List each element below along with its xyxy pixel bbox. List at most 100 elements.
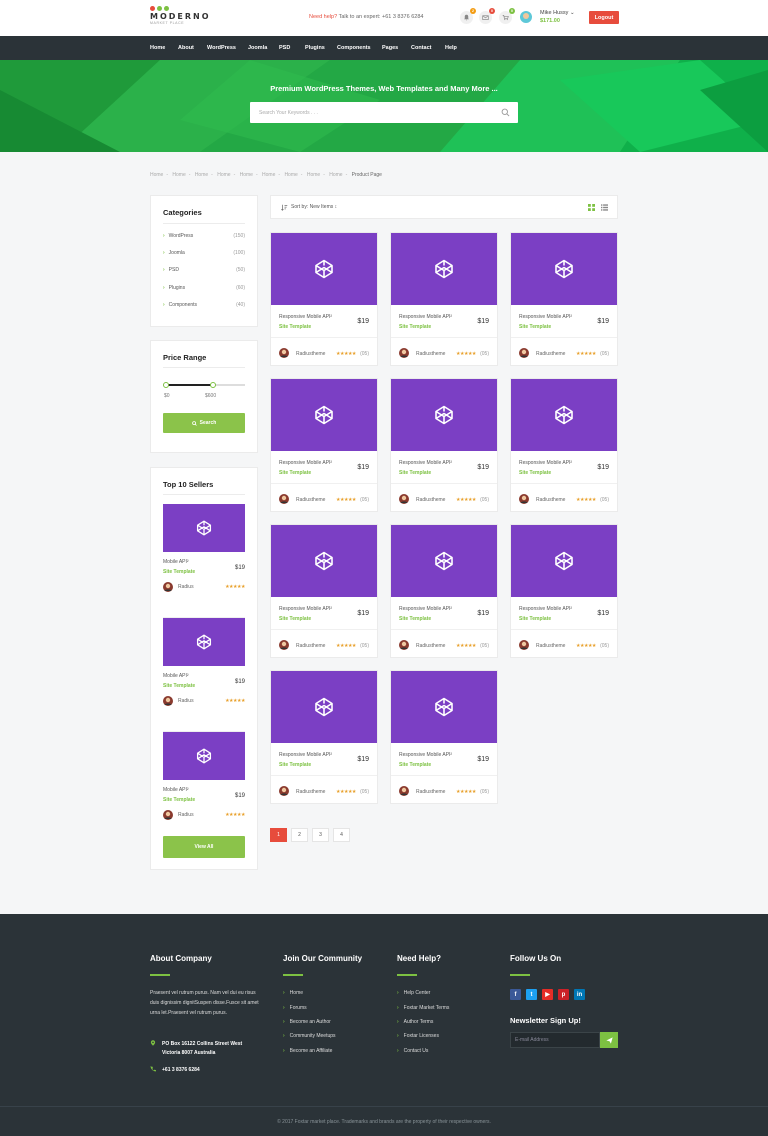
breadcrumb-link[interactable]: Home — [217, 172, 230, 178]
product-thumbnail[interactable] — [271, 233, 377, 305]
product-card[interactable]: Responsive Mobile API² Site Template $19 Ra… — [270, 232, 378, 366]
page-button-2[interactable]: 2 — [291, 828, 308, 842]
product-thumbnail[interactable] — [391, 233, 497, 305]
breadcrumb-link[interactable]: Home — [262, 172, 275, 178]
product-author[interactable]: Radiustheme — [416, 789, 445, 795]
product-category[interactable]: Site Template — [279, 324, 311, 330]
breadcrumb-link[interactable]: Home — [240, 172, 253, 178]
author-avatar[interactable] — [399, 348, 409, 358]
product-author[interactable]: Radiustheme — [536, 351, 565, 357]
product-category[interactable]: Site Template — [519, 470, 551, 476]
seller-card[interactable]: Mobile API² Site Template $19 Radius ★★★★★ — [163, 618, 245, 732]
product-category[interactable]: Site Template — [399, 324, 431, 330]
seller-product-category[interactable]: Site Template — [163, 797, 195, 803]
breadcrumb-link[interactable]: Home — [329, 172, 342, 178]
messages-button[interactable]: 0 — [479, 8, 495, 24]
product-author[interactable]: Radiustheme — [416, 497, 445, 503]
category-item-wordpress[interactable]: › WordPress (150) — [163, 233, 245, 243]
product-category[interactable]: Site Template — [399, 470, 431, 476]
product-title[interactable]: Responsive Mobile API² — [519, 606, 572, 612]
product-card[interactable]: Responsive Mobile API² Site Template $19 Ra… — [510, 232, 618, 366]
author-avatar[interactable] — [399, 494, 409, 504]
notifications-button[interactable]: 2 — [460, 8, 476, 24]
user-name[interactable]: Mike Hussy ⌄ — [540, 10, 575, 16]
product-card[interactable]: Responsive Mobile API² Site Template $19 Ra… — [390, 378, 498, 512]
product-title[interactable]: Responsive Mobile API² — [399, 460, 452, 466]
product-category[interactable]: Site Template — [399, 762, 431, 768]
product-thumbnail[interactable] — [391, 525, 497, 597]
seller-author[interactable]: Radius — [178, 584, 194, 590]
footer-link-licenses[interactable]: › Foxtar Licenses — [397, 1033, 439, 1039]
price-search-button[interactable]: Search — [163, 413, 245, 433]
product-author[interactable]: Radiustheme — [536, 643, 565, 649]
seller-card[interactable]: Mobile API² Site Template $19 Radius ★★★★★ — [163, 732, 245, 846]
nav-item-plugins[interactable]: Plugins — [305, 36, 325, 60]
author-avatar[interactable] — [399, 640, 409, 650]
price-range-max-handle[interactable] — [210, 382, 216, 388]
nav-item-home[interactable]: Home — [150, 36, 165, 60]
product-card[interactable]: Responsive Mobile API² Site Template $19 Ra… — [270, 378, 378, 512]
author-avatar[interactable] — [519, 348, 529, 358]
footer-link-forums[interactable]: › Forums — [283, 1005, 307, 1011]
product-author[interactable]: Radiustheme — [296, 351, 325, 357]
author-avatar[interactable] — [163, 810, 173, 820]
nav-item-psd[interactable]: PSD — [279, 36, 290, 60]
product-author[interactable]: Radiustheme — [416, 351, 445, 357]
product-author[interactable]: Radiustheme — [296, 643, 325, 649]
nav-item-contact[interactable]: Contact — [411, 36, 431, 60]
product-thumbnail[interactable] — [391, 671, 497, 743]
product-category[interactable]: Site Template — [279, 616, 311, 622]
product-thumbnail[interactable] — [511, 379, 617, 451]
view-all-button[interactable]: View All — [163, 836, 245, 858]
product-author[interactable]: Radiustheme — [416, 643, 445, 649]
author-avatar[interactable] — [519, 494, 529, 504]
seller-thumbnail[interactable] — [163, 732, 245, 780]
cart-button[interactable]: 0 — [499, 8, 515, 24]
page-button-1[interactable]: 1 — [270, 828, 287, 842]
product-card[interactable]: Responsive Mobile API² Site Template $19 Ra… — [510, 378, 618, 512]
product-thumbnail[interactable] — [511, 233, 617, 305]
product-author[interactable]: Radiustheme — [536, 497, 565, 503]
breadcrumb-link[interactable]: Home — [150, 172, 163, 178]
product-thumbnail[interactable] — [271, 671, 377, 743]
nav-item-components[interactable]: Components — [337, 36, 371, 60]
product-author[interactable]: Radiustheme — [296, 497, 325, 503]
product-title[interactable]: Responsive Mobile API² — [279, 314, 332, 320]
youtube-icon[interactable]: ▶ — [542, 989, 553, 1000]
nav-item-wordpress[interactable]: WordPress — [207, 36, 236, 60]
product-category[interactable]: Site Template — [279, 762, 311, 768]
category-item-joomla[interactable]: › Joomla (100) — [163, 250, 245, 260]
footer-link-home[interactable]: › Home — [283, 990, 303, 996]
seller-product-title[interactable]: Mobile API² — [163, 673, 189, 679]
seller-thumbnail[interactable] — [163, 504, 245, 552]
product-title[interactable]: Responsive Mobile API² — [519, 460, 572, 466]
footer-link-contact[interactable]: › Contact Us — [397, 1048, 428, 1054]
nav-item-pages[interactable]: Pages — [382, 36, 398, 60]
seller-author[interactable]: Radius — [178, 812, 194, 818]
product-title[interactable]: Responsive Mobile API² — [399, 606, 452, 612]
author-avatar[interactable] — [163, 582, 173, 592]
product-title[interactable]: Responsive Mobile API² — [279, 460, 332, 466]
grid-view-icon[interactable] — [588, 204, 595, 211]
facebook-icon[interactable]: f — [510, 989, 521, 1000]
nav-item-about[interactable]: About — [178, 36, 194, 60]
seller-product-category[interactable]: Site Template — [163, 683, 195, 689]
product-thumbnail[interactable] — [271, 525, 377, 597]
product-card[interactable]: Responsive Mobile API² Site Template $19 Ra… — [270, 670, 378, 804]
footer-link-become-author[interactable]: › Become an Author — [283, 1019, 331, 1025]
seller-product-title[interactable]: Mobile API² — [163, 559, 189, 565]
sort-dropdown[interactable]: Sort by: New Items ↕ — [291, 204, 337, 210]
seller-thumbnail[interactable] — [163, 618, 245, 666]
footer-link-author-terms[interactable]: › Author Terms — [397, 1019, 433, 1025]
product-category[interactable]: Site Template — [519, 324, 551, 330]
twitter-icon[interactable]: t — [526, 989, 537, 1000]
seller-product-title[interactable]: Mobile API² — [163, 787, 189, 793]
footer-link-affiliate[interactable]: › Become an Affiliate — [283, 1048, 332, 1054]
breadcrumb-link[interactable]: Home — [284, 172, 297, 178]
newsletter-email-input[interactable] — [510, 1032, 600, 1048]
author-avatar[interactable] — [519, 640, 529, 650]
nav-item-joomla[interactable]: Joomla — [248, 36, 267, 60]
product-thumbnail[interactable] — [271, 379, 377, 451]
logout-button[interactable]: Logout — [589, 11, 619, 24]
product-card[interactable]: Responsive Mobile API² Site Template $19 Ra… — [390, 232, 498, 366]
